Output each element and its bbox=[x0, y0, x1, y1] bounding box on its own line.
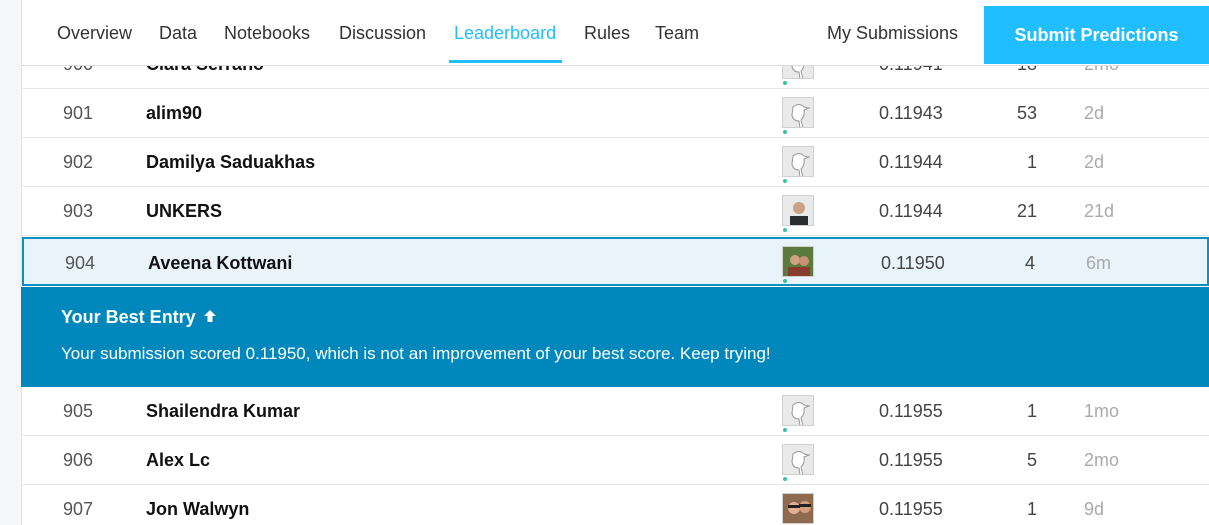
online-indicator bbox=[783, 477, 787, 481]
row-rank: 905 bbox=[63, 401, 94, 421]
row-rank: 902 bbox=[63, 152, 94, 172]
row-score: 0.11955 bbox=[879, 401, 943, 421]
my-submissions-link[interactable]: My Submissions bbox=[827, 0, 958, 64]
row-last-submission: 2d bbox=[1084, 152, 1105, 172]
row-score: 0.11950 bbox=[881, 253, 945, 273]
row-team-name[interactable]: UNKERS bbox=[146, 187, 222, 236]
row-score: 0.11944 bbox=[879, 152, 943, 172]
user-photo-icon[interactable] bbox=[782, 246, 814, 277]
row-last-submission: 6m bbox=[1086, 253, 1112, 273]
row-score: 0.11955 bbox=[879, 450, 943, 470]
leaderboard-row[interactable]: 906 Alex Lc 0.11955 5 2mo bbox=[22, 436, 1209, 485]
row-score: 0.11944 bbox=[879, 201, 943, 221]
user-photo-icon[interactable] bbox=[782, 493, 814, 524]
row-last-submission: 9d bbox=[1084, 499, 1105, 519]
row-rank: 906 bbox=[63, 450, 94, 470]
goose-avatar-icon[interactable] bbox=[782, 97, 814, 128]
leaderboard-row[interactable]: 903 UNKERS 0.11944 21 21d bbox=[22, 187, 1209, 236]
competition-nav: Overview Data Notebooks Discussion Leade… bbox=[22, 0, 1209, 66]
online-indicator bbox=[783, 228, 787, 232]
goose-avatar-icon[interactable] bbox=[782, 444, 814, 475]
row-team-name[interactable]: Shailendra Kumar bbox=[146, 387, 300, 436]
leaderboard-row-current-user[interactable]: 904 Aveena Kottwani 0.11950 4 6m bbox=[22, 237, 1209, 286]
row-score: 0.11943 bbox=[879, 103, 943, 123]
row-team-name[interactable]: Damilya Saduakhas bbox=[146, 138, 315, 187]
leaderboard-row[interactable]: 905 Shailendra Kumar 0.11955 1 1mo bbox=[22, 387, 1209, 436]
user-photo-icon[interactable] bbox=[782, 195, 814, 226]
online-indicator bbox=[783, 179, 787, 183]
row-entries: 1 bbox=[1026, 401, 1037, 421]
row-entries: 1 bbox=[1026, 499, 1037, 519]
goose-avatar-icon[interactable] bbox=[782, 146, 814, 177]
tab-overview[interactable]: Overview bbox=[57, 0, 132, 64]
row-entries: 21 bbox=[1016, 201, 1037, 221]
tab-rules[interactable]: Rules bbox=[584, 0, 630, 64]
tab-leaderboard[interactable]: Leaderboard bbox=[448, 0, 563, 64]
arrow-up-icon bbox=[202, 308, 218, 329]
row-last-submission: 2d bbox=[1084, 103, 1105, 123]
tab-team[interactable]: Team bbox=[655, 0, 699, 64]
row-last-submission: 21d bbox=[1084, 201, 1115, 221]
tab-notebooks[interactable]: Notebooks bbox=[224, 0, 310, 64]
best-entry-banner: Your Best Entry Your submission scored 0… bbox=[21, 287, 1209, 387]
row-rank: 903 bbox=[63, 201, 94, 221]
banner-title-text: Your Best Entry bbox=[61, 307, 196, 327]
row-rank: 901 bbox=[63, 103, 94, 123]
row-entries: 53 bbox=[1016, 103, 1037, 123]
row-rank: 907 bbox=[63, 499, 94, 519]
row-entries: 4 bbox=[1024, 253, 1035, 273]
banner-title: Your Best Entry bbox=[61, 307, 218, 329]
row-entries: 1 bbox=[1026, 152, 1037, 172]
banner-message: Your submission scored 0.11950, which is… bbox=[61, 344, 771, 363]
leaderboard-row[interactable]: 902 Damilya Saduakhas 0.11944 1 2d bbox=[22, 138, 1209, 187]
leaderboard-row[interactable]: 907 Jon Walwyn 0.11955 1 9d bbox=[22, 485, 1209, 525]
left-gutter bbox=[0, 0, 22, 525]
row-last-submission: 2mo bbox=[1084, 450, 1120, 470]
online-indicator bbox=[783, 81, 787, 85]
online-indicator bbox=[783, 279, 787, 283]
submit-predictions-button[interactable]: Submit Predictions bbox=[984, 6, 1209, 64]
row-last-submission: 1mo bbox=[1084, 401, 1120, 421]
row-entries: 5 bbox=[1026, 450, 1037, 470]
tab-data[interactable]: Data bbox=[159, 0, 197, 64]
row-score: 0.11955 bbox=[879, 499, 943, 519]
row-rank: 904 bbox=[65, 253, 96, 273]
goose-avatar-icon[interactable] bbox=[782, 395, 814, 426]
tab-discussion[interactable]: Discussion bbox=[339, 0, 426, 64]
row-team-name[interactable]: Alex Lc bbox=[146, 436, 210, 485]
online-indicator bbox=[783, 428, 787, 432]
row-team-name[interactable]: Aveena Kottwani bbox=[148, 239, 292, 288]
row-team-name[interactable]: alim90 bbox=[146, 89, 202, 138]
leaderboard-row[interactable]: 901 alim90 0.11943 53 2d bbox=[22, 89, 1209, 138]
row-team-name[interactable]: Jon Walwyn bbox=[146, 485, 249, 525]
online-indicator bbox=[783, 130, 787, 134]
